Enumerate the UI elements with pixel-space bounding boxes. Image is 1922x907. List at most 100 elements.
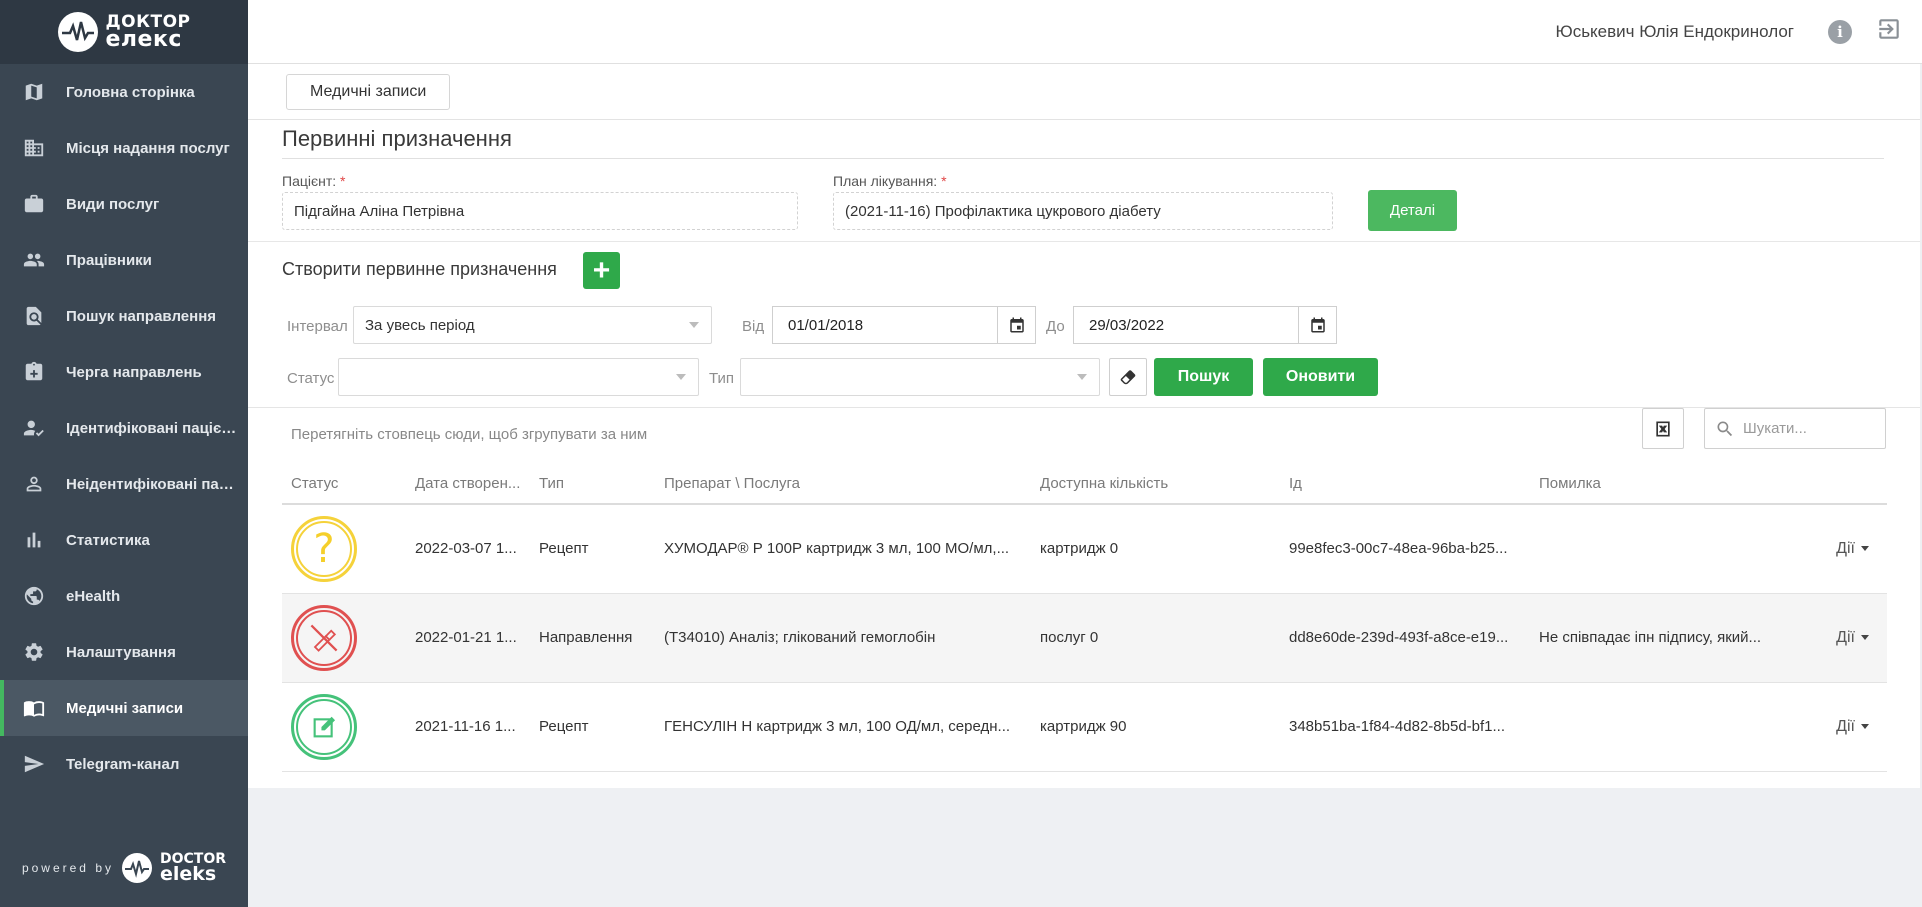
- sidebar-item-label: Місця надання послуг: [66, 139, 230, 157]
- row-actions-dropdown[interactable]: Дії: [1784, 718, 1887, 736]
- table-header-row: Статус Дата створен... Тип Препарат \ По…: [282, 463, 1887, 505]
- column-header-error[interactable]: Помилка: [1530, 463, 1775, 505]
- sidebar-item-service-locations[interactable]: Місця надання послуг: [0, 120, 248, 176]
- to-label: До: [1046, 318, 1065, 335]
- table-row[interactable]: 2021-11-16 1... Рецепт ГЕНСУЛІН Н картри…: [282, 682, 1887, 772]
- bar-chart-icon: [22, 528, 46, 552]
- cell-id: 99e8fec3-00c7-48ea-96ba-b25...: [1280, 504, 1530, 594]
- sidebar-item-label: Працівники: [66, 251, 152, 269]
- sidebar-item-settings[interactable]: Налаштування: [0, 624, 248, 680]
- column-header-id[interactable]: Ід: [1280, 463, 1530, 505]
- cell-id: dd8e60de-239d-493f-a8ce-e19...: [1280, 593, 1530, 683]
- table-row[interactable]: 2022-01-21 1... Направлення (Т34010) Ана…: [282, 593, 1887, 683]
- chevron-down-icon: [689, 322, 699, 328]
- status-label: Статус: [287, 370, 335, 387]
- sidebar-item-home[interactable]: Головна сторінка: [0, 64, 248, 120]
- add-appointment-button[interactable]: +: [583, 252, 620, 289]
- cell-quantity: картридж 0: [1031, 504, 1280, 594]
- book-icon: [22, 696, 46, 720]
- clipboard-icon: [22, 360, 46, 384]
- from-label: Від: [742, 318, 765, 335]
- map-icon: [22, 80, 46, 104]
- calendar-icon[interactable]: [1298, 307, 1336, 343]
- info-icon[interactable]: i: [1828, 19, 1852, 44]
- patient-plan-row: Пацієнт: * Підгайна Аліна Петрівна План …: [248, 159, 1920, 242]
- sidebar-item-label: Telegram-канал: [66, 755, 180, 773]
- caret-down-icon: [1861, 546, 1869, 552]
- status-question-icon: ?: [291, 515, 357, 582]
- required-mark: *: [340, 173, 346, 189]
- status-select[interactable]: [338, 358, 699, 396]
- column-header-item[interactable]: Препарат \ Послуга: [655, 463, 1031, 505]
- cell-date: 2021-11-16 1...: [406, 682, 530, 772]
- sidebar-item-statistics[interactable]: Статистика: [0, 512, 248, 568]
- sidebar-item-employees[interactable]: Працівники: [0, 232, 248, 288]
- logout-icon[interactable]: [1876, 16, 1902, 47]
- cell-id: 348b51ba-1f84-4d82-8b5d-bf1...: [1280, 682, 1530, 772]
- sidebar-item-label: Налаштування: [66, 643, 176, 661]
- sidebar-item-identified-patients[interactable]: Ідентифіковані пацієнти: [0, 400, 248, 456]
- row-actions-dropdown[interactable]: Дії: [1784, 629, 1887, 647]
- search-button[interactable]: Пошук: [1154, 358, 1253, 396]
- briefcase-icon: [22, 192, 46, 216]
- column-header-type[interactable]: Тип: [530, 463, 655, 505]
- person-outline-icon: [22, 472, 46, 496]
- calendar-icon[interactable]: [997, 307, 1035, 343]
- interval-select[interactable]: За увесь період: [353, 306, 712, 344]
- table-row[interactable]: ? 2022-03-07 1... Рецепт ХУМОДАР® Р 100Р…: [282, 504, 1887, 594]
- app-logo[interactable]: ДОКТОР елекс: [0, 0, 248, 64]
- row-actions-dropdown[interactable]: Дії: [1784, 540, 1887, 558]
- from-date-input[interactable]: 01/01/2018: [772, 306, 1036, 344]
- grid-search-input[interactable]: [1743, 420, 1873, 437]
- sidebar-item-label: Черга направлень: [66, 363, 202, 381]
- sidebar-item-label: Неідентифіковані паціє...: [66, 475, 241, 493]
- sidebar-item-referral-search[interactable]: Пошук направлення: [0, 288, 248, 344]
- export-excel-button[interactable]: [1642, 408, 1684, 449]
- refresh-button[interactable]: Оновити: [1263, 358, 1378, 396]
- people-icon: [22, 248, 46, 272]
- plan-label: План лікування: *: [833, 173, 947, 189]
- search-icon: [1717, 421, 1733, 436]
- clear-filters-button[interactable]: [1109, 358, 1147, 396]
- type-select[interactable]: [740, 358, 1100, 396]
- sidebar-item-service-types[interactable]: Види послуг: [0, 176, 248, 232]
- sidebar-item-ehealth[interactable]: eHealth: [0, 568, 248, 624]
- tab-bar: Медичні записи: [248, 64, 1920, 120]
- cell-type: Направлення: [530, 593, 655, 683]
- powered-by-label: powered by: [21, 860, 114, 875]
- cell-type: Рецепт: [530, 682, 655, 772]
- create-title: Створити первинне призначення: [282, 259, 557, 279]
- cell-error: [1530, 682, 1775, 772]
- status-failed-signature-icon: [291, 604, 357, 671]
- tab-medical-records[interactable]: Медичні записи: [286, 73, 451, 110]
- details-button[interactable]: Деталі: [1368, 190, 1457, 231]
- person-check-icon: [22, 416, 46, 440]
- to-date-input[interactable]: 29/03/2022: [1073, 306, 1337, 344]
- patient-label: Пацієнт: *: [282, 173, 346, 189]
- sidebar-item-telegram[interactable]: Telegram-канал: [0, 736, 248, 792]
- chevron-down-icon: [1077, 374, 1087, 380]
- column-header-quantity[interactable]: Доступна кількість: [1031, 463, 1280, 505]
- sidebar-item-referral-queue[interactable]: Черга направлень: [0, 344, 248, 400]
- sidebar-item-unidentified-patients[interactable]: Неідентифіковані паціє...: [0, 456, 248, 512]
- grid-search-box[interactable]: [1704, 408, 1886, 449]
- sidebar: ДОКТОР елекс Головна сторінка Місця нада…: [0, 0, 248, 907]
- caret-down-icon: [1861, 635, 1869, 640]
- chevron-down-icon: [676, 374, 686, 380]
- cell-item: ГЕНСУЛІН Н картридж 3 мл, 100 ОД/мл, сер…: [655, 682, 1031, 772]
- type-label: Тип: [709, 370, 735, 387]
- patient-field[interactable]: Підгайна Аліна Петрівна: [282, 192, 798, 230]
- cell-date: 2022-01-21 1...: [406, 593, 530, 683]
- user-name[interactable]: Юськевич Юлія Ендокринолог: [1556, 22, 1794, 42]
- main-content: Медичні записи Первинні призначення Паці…: [248, 64, 1922, 907]
- treatment-plan-field[interactable]: (2021-11-16) Профілактика цукрового діаб…: [833, 192, 1333, 230]
- sidebar-nav: Головна сторінка Місця надання послуг Ви…: [0, 64, 248, 792]
- cell-error: Не співпадає іпн підпису, який...: [1530, 593, 1775, 683]
- create-row: Створити первинне призначення +: [248, 242, 1920, 302]
- sidebar-item-medical-records[interactable]: Медичні записи: [0, 680, 248, 736]
- sidebar-item-label: Ідентифіковані пацієнти: [66, 419, 241, 437]
- sidebar-item-label: Статистика: [66, 531, 150, 549]
- filter-row-1: Інтервал За увесь період Від 01/01/2018 …: [248, 302, 1920, 354]
- column-header-date[interactable]: Дата створен...: [406, 463, 530, 505]
- column-header-status[interactable]: Статус: [282, 463, 406, 505]
